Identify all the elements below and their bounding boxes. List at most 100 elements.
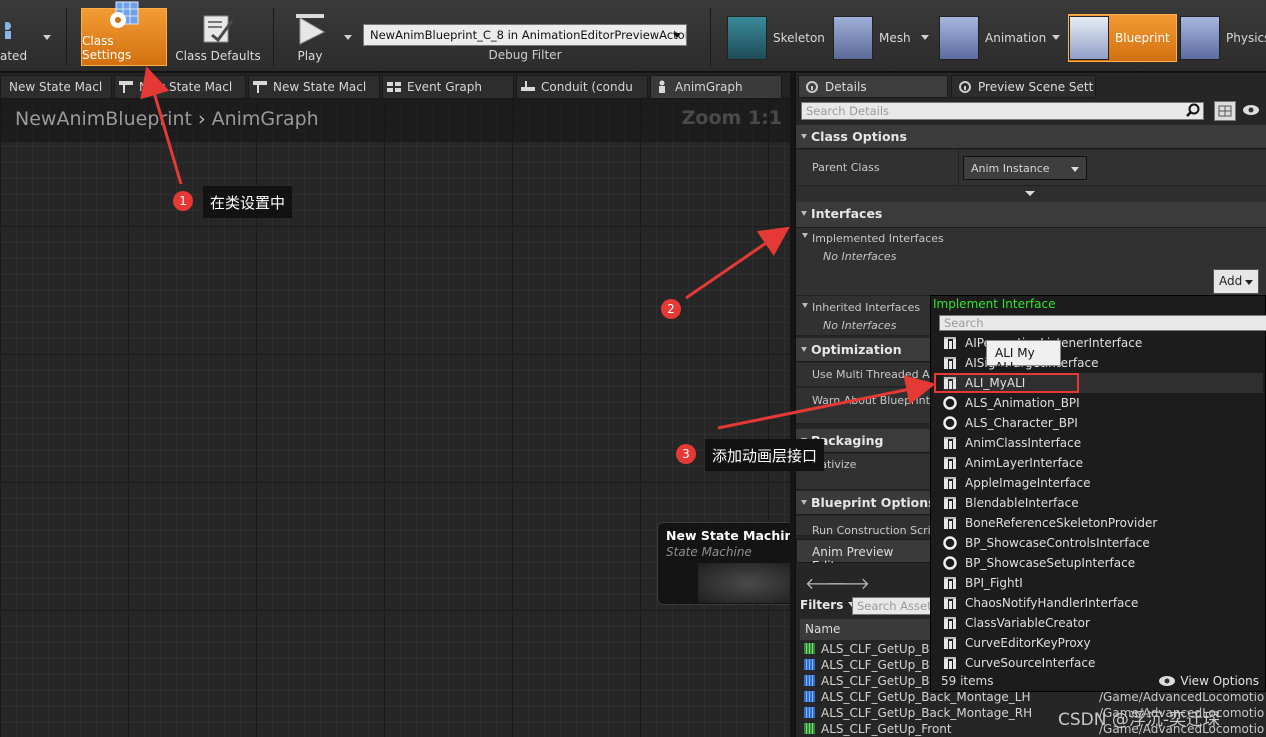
parent-class-dropdown[interactable]: Anim Instance	[963, 156, 1087, 180]
tab-preview-scene-settings[interactable]: Preview Scene Sett	[951, 75, 1096, 98]
expand-advanced-icon	[1025, 191, 1035, 196]
interface-option[interactable]: AnimClassInterface	[943, 433, 1263, 453]
interface-option[interactable]: ChaosNotifyHandlerInterface	[943, 593, 1263, 613]
interface-search-input[interactable]: Search	[939, 315, 1266, 331]
class-options-header[interactable]: Class Options	[796, 125, 1266, 149]
play-dropdown-arrow[interactable]	[344, 35, 352, 40]
search-icon	[1186, 103, 1200, 120]
search-assets-input[interactable]: Search Assets	[852, 597, 934, 615]
interface-option[interactable]: AppleImageInterface	[943, 473, 1263, 493]
blueprint-interface-icon	[943, 356, 957, 370]
tab-conduit[interactable]: Conduit (condu	[516, 75, 648, 98]
interface-option[interactable]: BP_ShowcaseControlsInterface	[943, 533, 1263, 553]
tab-state-machine-1[interactable]: New State Macl	[0, 75, 112, 98]
interface-option[interactable]: AnimLayerInterface	[943, 453, 1263, 473]
interface-option[interactable]: ALS_Character_BPI	[943, 413, 1263, 433]
asset-icon	[804, 723, 815, 734]
parent-class-label: Parent Class	[812, 161, 880, 174]
property-matrix-button[interactable]	[1214, 101, 1236, 121]
class-defaults-button[interactable]: Class Defaults	[172, 8, 264, 66]
filters-button[interactable]: Filters	[800, 598, 856, 612]
ring-icon	[943, 416, 957, 430]
asset-name: ALS_CLF_GetUp_Back_Montage_RH	[821, 706, 1033, 720]
interface-option[interactable]: ClassVariableCreator	[943, 613, 1263, 633]
asset-row[interactable]: ALS_CLF_GetUp_Back_Montage_LH/Game/Advan…	[804, 690, 1264, 706]
blueprint-interface-icon	[943, 596, 957, 610]
node-preview	[698, 563, 790, 603]
blueprint-interface-icon	[943, 336, 957, 350]
asset-name: ALS_CLF_GetUp_Ba	[821, 674, 937, 688]
toolbar-separator	[273, 8, 274, 66]
breadcrumb: NewAnimBlueprint › AnimGraph	[15, 108, 319, 130]
tab-animgraph[interactable]: AnimGraph	[650, 75, 782, 98]
node-title: New State Machine	[666, 528, 790, 543]
interface-option-label: BP_ShowcaseSetupInterface	[965, 556, 1136, 570]
grid-icon	[1218, 105, 1232, 117]
interface-option[interactable]: CurveEditorKeyProxy	[943, 633, 1263, 653]
tab-event-graph[interactable]: Event Graph	[382, 75, 514, 98]
view-options-button[interactable]: View Options	[1158, 674, 1259, 688]
interface-option[interactable]: BoneReferenceSkeletonProvider	[943, 513, 1263, 533]
debug-object-value: NewAnimBlueprint_C_8 in AnimationEditorP…	[370, 28, 687, 42]
collapse-arrow-icon	[802, 303, 808, 308]
interface-option-label: ClassVariableCreator	[965, 616, 1090, 630]
mode-tab-mesh[interactable]: Mesh	[833, 14, 911, 62]
interface-option[interactable]: BPI_FightI	[943, 573, 1263, 593]
mode-tab-skeleton[interactable]: Skeleton	[727, 14, 825, 62]
debug-object-select[interactable]: NewAnimBlueprint_C_8 in AnimationEditorP…	[363, 24, 687, 46]
annotation-highlight-box	[934, 373, 1079, 393]
chevron-right-icon: ›	[197, 108, 206, 130]
state-machine-icon	[119, 81, 133, 93]
annotation-step-3-badge: 3	[676, 444, 696, 464]
tab-state-machine-2[interactable]: New State Macl	[114, 75, 246, 98]
tab-details[interactable]: Details	[798, 75, 948, 98]
tab-label: AnimGraph	[675, 80, 743, 94]
filters-label: Filters	[800, 598, 844, 612]
interface-option[interactable]: ALS_Animation_BPI	[943, 393, 1263, 413]
chevron-down-icon	[1245, 280, 1253, 285]
class-settings-icon	[104, 0, 144, 32]
implemented-interfaces-row: Implemented Interfaces No Interfaces	[796, 228, 1266, 296]
annotation-step-1-badge: 1	[173, 191, 193, 211]
tab-label: Details	[825, 79, 867, 94]
mode-tab-label: Blueprint	[1115, 31, 1170, 45]
search-details-input[interactable]: Search Details	[801, 102, 1204, 120]
interface-option[interactable]: CurveSourceInterface	[943, 653, 1263, 673]
class-settings-button[interactable]: Class Settings	[81, 1, 167, 66]
tab-label: New State Macl	[139, 80, 233, 94]
asset-icon	[804, 643, 815, 654]
forward-arrow-icon[interactable]: 🡒	[827, 573, 870, 593]
blueprint-interface-icon	[943, 436, 957, 450]
anim-graph-canvas[interactable]: NewAnimBlueprint › AnimGraph Zoom 1:1 New …	[0, 98, 790, 737]
breadcrumb-root[interactable]: NewAnimBlueprint	[15, 108, 192, 130]
graph-header: NewAnimBlueprint › AnimGraph Zoom 1:1	[0, 98, 790, 142]
animation-dropdown-arrow[interactable]	[1052, 35, 1060, 40]
mode-tab-blueprint[interactable]: Blueprint	[1068, 14, 1177, 62]
popup-title: Implement Interface	[933, 297, 1056, 311]
construction-script-label: Run Construction Script	[812, 524, 943, 536]
class-settings-label: Class Settings	[82, 34, 132, 62]
advanced-expander[interactable]	[796, 186, 1266, 202]
eye-icon[interactable]	[1242, 103, 1266, 120]
skeleton-icon	[727, 16, 767, 60]
details-icon	[805, 80, 819, 93]
mode-tab-physics[interactable]: Physics	[1180, 14, 1266, 62]
blueprint-interface-icon	[943, 636, 957, 650]
blueprint-interface-icon	[943, 616, 957, 630]
mode-tab-animation[interactable]: Animation	[939, 14, 1046, 62]
anim-preview-editor-tab[interactable]: Anim Preview Editor	[796, 539, 936, 573]
play-button[interactable]: Play	[282, 8, 338, 66]
mesh-dropdown-arrow[interactable]	[921, 35, 929, 40]
asset-icon	[804, 707, 815, 718]
interfaces-header[interactable]: Interfaces	[796, 202, 1266, 228]
tab-state-machine-3[interactable]: New State Macl	[248, 75, 380, 98]
tab-label: New State Macl	[273, 80, 367, 94]
state-machine-node[interactable]: New State Machine State Machine	[657, 522, 790, 605]
interface-option[interactable]: BP_ShowcaseSetupInterface	[943, 553, 1263, 573]
implement-interface-popup: Implement Interface Search AIPerceptionL…	[930, 295, 1266, 692]
interface-option-label: AnimClassInterface	[965, 436, 1082, 450]
save-dropdown-arrow[interactable]	[43, 35, 51, 40]
interface-option[interactable]: BlendableInterface	[943, 493, 1263, 513]
blueprint-interface-icon	[943, 656, 957, 670]
add-interface-button[interactable]: Add	[1213, 269, 1259, 294]
